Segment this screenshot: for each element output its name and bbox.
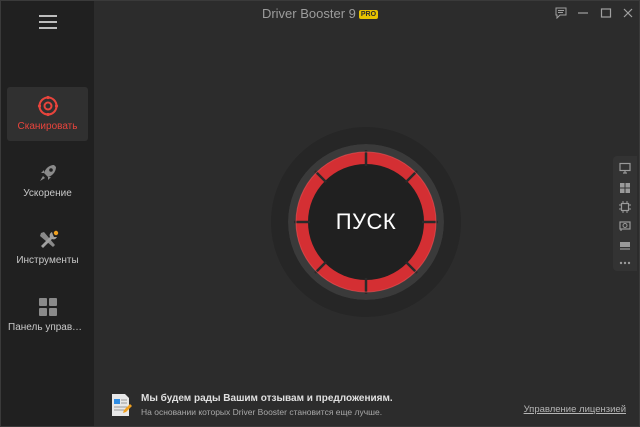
feedback-subtitle: На основании которых Driver Booster стан… xyxy=(141,407,383,417)
sidebar: Сканировать Ускорение Инструменты Панель… xyxy=(1,1,94,426)
maximize-icon[interactable] xyxy=(600,7,612,19)
app-window: Сканировать Ускорение Инструменты Панель… xyxy=(0,0,640,427)
sidebar-item-boost[interactable]: Ускорение xyxy=(7,154,88,208)
network-card-icon[interactable] xyxy=(619,239,631,251)
sidebar-item-tools[interactable]: Инструменты xyxy=(7,221,88,275)
scan-button[interactable] xyxy=(288,144,444,300)
rocket-icon xyxy=(39,165,56,181)
minimize-icon[interactable] xyxy=(577,7,589,19)
window-title: Driver Booster 9 PRO xyxy=(1,6,639,21)
sidebar-item-scan[interactable]: Сканировать xyxy=(7,87,88,141)
tools-icon xyxy=(39,230,58,248)
feedback-icon[interactable] xyxy=(555,7,567,19)
sidebar-item-label: Сканировать xyxy=(17,121,78,132)
chip-icon[interactable] xyxy=(619,201,631,213)
pro-badge: PRO xyxy=(358,10,379,19)
app-title: Driver Booster 9 xyxy=(261,6,356,21)
document-icon xyxy=(112,394,132,416)
gpu-icon[interactable] xyxy=(619,220,631,232)
windows-icon[interactable] xyxy=(619,182,631,194)
feedback-title: Мы будем рады Вашим отзывам и предложени… xyxy=(141,393,393,404)
sidebar-item-label: Панель управления xyxy=(8,322,88,333)
scan-icon xyxy=(37,95,58,117)
side-toolbar xyxy=(613,156,637,271)
sidebar-item-label: Ускорение xyxy=(23,188,72,199)
sidebar-item-label: Инструменты xyxy=(16,255,79,266)
sidebar-item-dashboard[interactable]: Панель управления xyxy=(7,288,88,342)
license-link[interactable]: Управление лицензией xyxy=(524,404,626,415)
monitor-icon[interactable] xyxy=(619,162,631,174)
close-icon[interactable] xyxy=(622,7,634,19)
more-icon[interactable] xyxy=(619,257,631,269)
grid-icon xyxy=(38,298,57,316)
